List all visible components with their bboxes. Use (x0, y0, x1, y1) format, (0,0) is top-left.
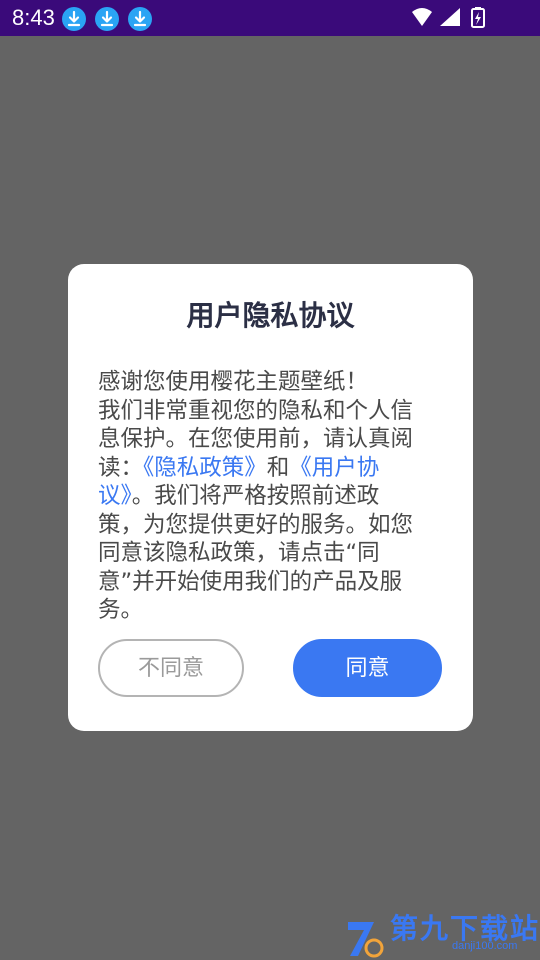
policy-text: 我们非常重视您的隐私和个人信息保护。在您使用前，请认真阅读：《隐私政策》和《用户… (98, 397, 418, 625)
watermark: 第九下载站 danji100.com (340, 912, 540, 960)
system-status-icons (412, 7, 485, 28)
wifi-icon (412, 8, 432, 26)
policy-text-part2: 和 (266, 454, 290, 481)
agree-button[interactable]: 同意 (293, 639, 442, 697)
welcome-text: 感谢您使用樱花主题壁纸！ (98, 369, 369, 395)
privacy-policy-link[interactable]: 《隐私政策》 (143, 455, 267, 481)
download-icon (95, 7, 119, 31)
watermark-url: danji100.com (452, 940, 518, 952)
disagree-button[interactable]: 不同意 (98, 639, 244, 697)
download-icon (62, 7, 86, 31)
policy-text-part3: 。我们将严格按照前述政策，为您提供更好的服务。如您同意该隐私政策，请点击“同意”… (98, 483, 414, 623)
status-time: 8:43 (12, 5, 55, 30)
dialog-title: 用户隐私协议 (186, 299, 355, 332)
battery-icon (471, 7, 485, 28)
watermark-logo-icon (348, 922, 384, 958)
signal-icon (440, 8, 460, 26)
dialog-body: 感谢您使用樱花主题壁纸！ 我们非常重视您的隐私和个人信息保护。在您使用前，请认真… (98, 368, 418, 625)
status-bar: 8:43 (0, 0, 540, 36)
download-icon (128, 7, 152, 31)
privacy-dialog: 用户隐私协议 感谢您使用樱花主题壁纸！ 我们非常重视您的隐私和个人信息保护。在您… (68, 264, 473, 731)
